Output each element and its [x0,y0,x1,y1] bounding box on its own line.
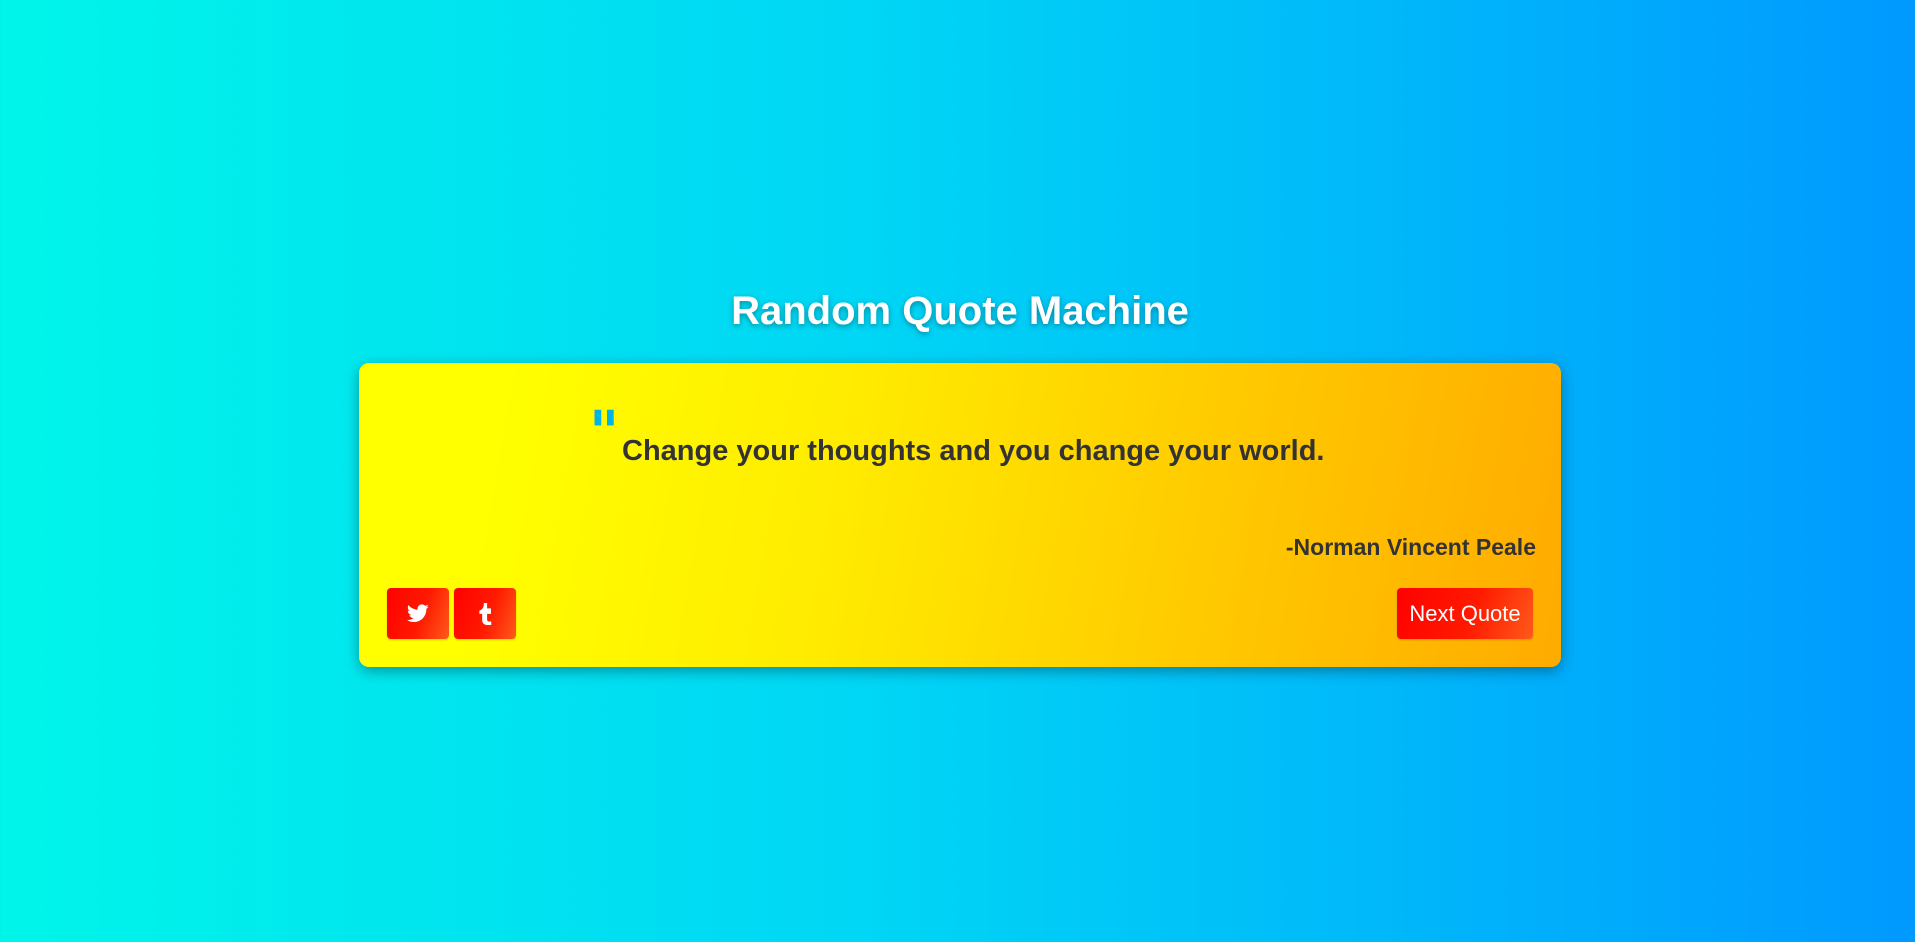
page-title: Random Quote Machine [731,289,1189,333]
twitter-icon [407,604,429,623]
tweet-button[interactable] [387,588,449,639]
quote-mark-icon: " [589,398,620,466]
quote-text: Change your thoughts and you change your… [622,435,1325,467]
quote-card: " Change your thoughts and you change yo… [359,363,1561,667]
next-quote-button[interactable]: Next Quote [1397,588,1533,639]
tumblr-post-button[interactable] [454,588,516,639]
tumblr-icon [478,602,492,625]
quote-author: -Norman Vincent Peale [1285,534,1536,560]
